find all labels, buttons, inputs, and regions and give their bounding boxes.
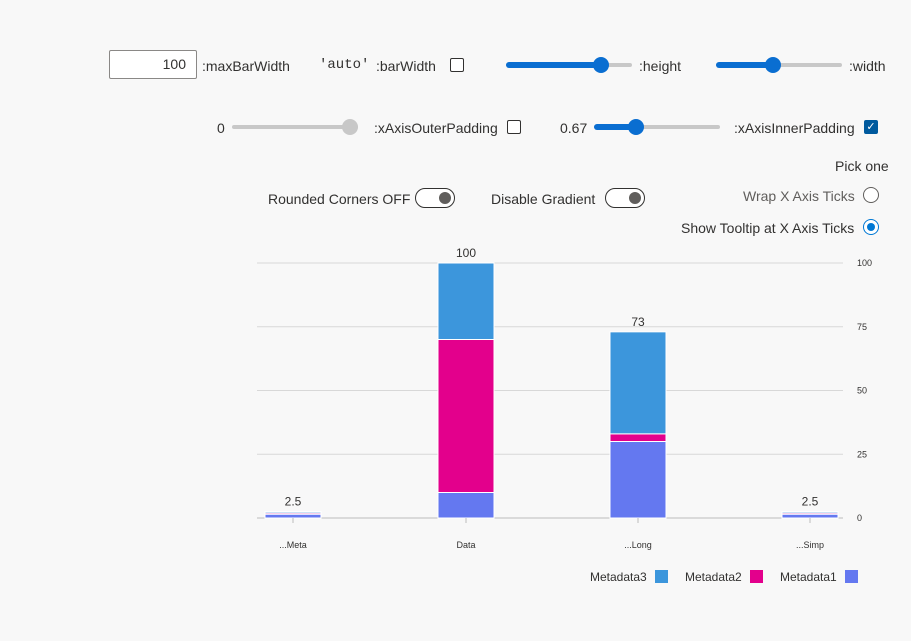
bar-segment (264, 511, 322, 514)
y-tick-label: 50 (857, 386, 867, 396)
legend-swatch-metadata3[interactable] (655, 570, 668, 583)
bar-segment (264, 513, 322, 519)
legend-swatch-metadata1[interactable] (845, 570, 858, 583)
bar-total-label: 2.5 (802, 495, 819, 509)
bar-segment (609, 331, 667, 435)
x-tick-label: ...Long (624, 540, 652, 550)
legend-swatch-metadata2[interactable] (750, 570, 763, 583)
legend-label-metadata2[interactable]: Metadata2 (685, 570, 742, 584)
bar-segment (781, 511, 839, 514)
y-tick-label: 25 (857, 449, 867, 459)
bar-total-label: 73 (631, 315, 645, 329)
y-tick-label: 100 (857, 258, 872, 268)
bar-segment (781, 513, 839, 519)
bar-segment (437, 339, 495, 493)
bar-segment (437, 492, 495, 519)
bar-segment (437, 262, 495, 340)
y-tick-label: 0 (857, 513, 862, 523)
bar-total-label: 100 (456, 246, 476, 260)
x-tick-label: ...Simp (796, 540, 824, 550)
bar-segment (609, 433, 667, 443)
bar-total-label: 2.5 (285, 495, 302, 509)
stacked-bar-chart: 0 25 50 75 100 2.5 ...Meta 100 Data 73 ...Long 2.5.… (257, 246, 872, 550)
x-tick-label: Data (456, 540, 475, 550)
legend-label-metadata1[interactable]: Metadata1 (780, 570, 837, 584)
legend-label-metadata3[interactable]: Metadata3 (590, 570, 647, 584)
y-tick-label: 75 (857, 322, 867, 332)
bar-segment (609, 441, 667, 519)
x-tick-label: ...Meta (279, 540, 307, 550)
